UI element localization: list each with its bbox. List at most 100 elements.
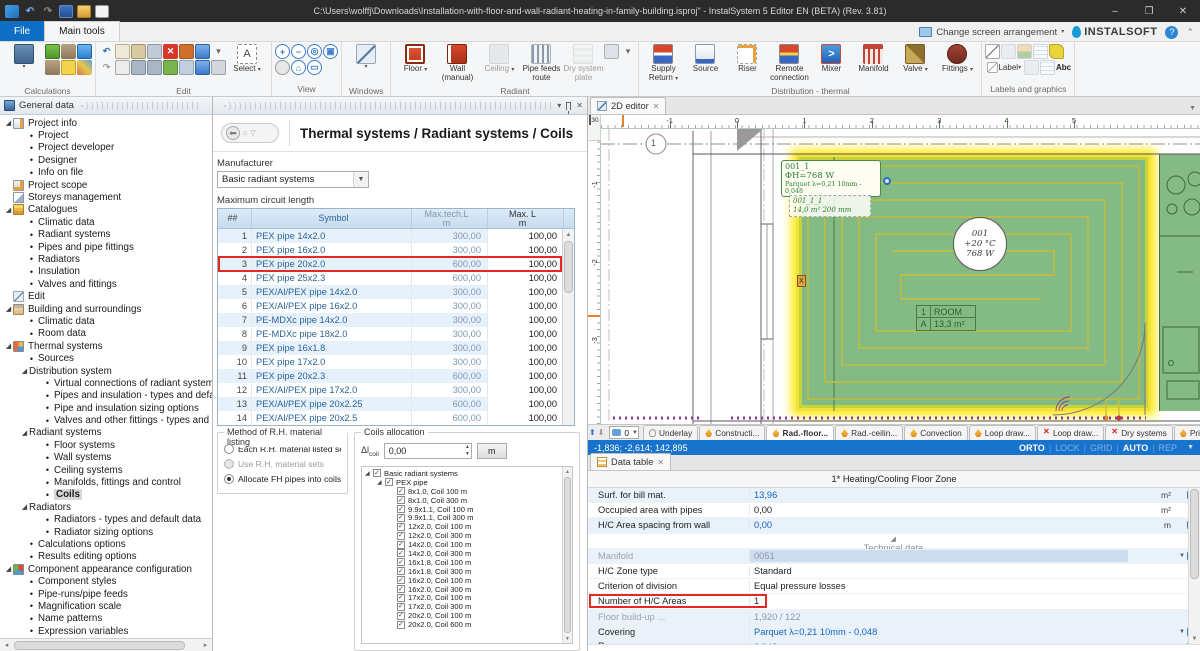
checkbox-checked-icon[interactable] [397, 541, 405, 549]
pin-icon[interactable] [566, 102, 571, 110]
pipe-row-13[interactable]: 13PEX/Al/PEX pipe 20x2.25600,00100,00 [218, 397, 574, 411]
ribbon-btn-board-g[interactable] [45, 44, 60, 59]
alloc-item-pex-pipe[interactable]: ◢PEX pipe [365, 478, 572, 487]
ribbon-btn-more[interactable]: ▾ [211, 44, 226, 59]
open-folder-icon[interactable] [77, 5, 91, 18]
alloc-item-8x1-0-coil-300-m[interactable]: 8x1.0, Coil 300 m [365, 496, 572, 505]
change-screen-arrangement[interactable]: Change screen arrangement ▾ [919, 27, 1064, 38]
checkbox-checked-icon[interactable] [397, 576, 405, 584]
maximize-button[interactable]: ❐ [1132, 0, 1166, 22]
ribbon-btn-del[interactable]: ✕ [163, 44, 178, 59]
ribbon-btn-door[interactable] [195, 44, 210, 59]
property-row-manifold[interactable]: Manifold0051▼ [588, 549, 1200, 564]
tree-item-info-on-file[interactable]: •Info on file [0, 167, 212, 179]
layer-tab-underlay[interactable]: Underlay [643, 425, 698, 440]
close-tab-icon[interactable]: ✕ [653, 102, 660, 111]
tree-item-climatic-data[interactable]: •Climatic data [0, 216, 212, 228]
close-tab-icon[interactable]: ✕ [657, 458, 664, 467]
tree-horizontal-scrollbar[interactable]: ◂ ▸ [0, 638, 212, 651]
dropdown-icon[interactable]: ▼ [1179, 553, 1185, 559]
tree-item-radiators-types-and-default-data[interactable]: •Radiators - types and default data [0, 514, 212, 526]
status-flag-lock[interactable]: LOCK [1051, 443, 1084, 453]
checkbox-checked-icon[interactable] [397, 603, 405, 611]
tree-item-sources[interactable]: •Sources [0, 352, 212, 364]
tree-item-component-styles[interactable]: •Component styles [0, 575, 212, 587]
radio-allocate-fh-pipes-into-coils[interactable]: Allocate FH pipes into coils [224, 471, 341, 486]
tree-item-component-appearance-configuration[interactable]: ◢Component appearance configuration [0, 563, 212, 575]
ribbon-btn-ltable[interactable] [1040, 60, 1055, 75]
ribbon-btn-pipe-feeds-route[interactable]: Pipe feeds route [520, 43, 562, 86]
pipe-row-7[interactable]: 7PE-MDXc pipe 14x2.0300,00100,00 [218, 313, 574, 327]
expander-icon[interactable]: ◢ [4, 342, 13, 350]
checkbox-checked-icon[interactable] [397, 496, 405, 504]
tree-item-radiant-systems[interactable]: ◢Radiant systems [0, 427, 212, 439]
checkbox-checked-icon[interactable] [373, 469, 381, 477]
panel-menu-icon[interactable]: ▾ [557, 101, 561, 110]
alloc-item-basic-radiant-systems[interactable]: ◢Basic radiant systems [365, 469, 572, 478]
tree-item-ceiling-systems[interactable]: •Ceiling systems [0, 464, 212, 476]
status-flag-rep[interactable]: REP [1155, 443, 1182, 453]
tree-item-pipes-and-pipe-fittings[interactable]: •Pipes and pipe fittings [0, 241, 212, 253]
pipe-row-4[interactable]: 4PEX pipe 25x2.3600,00100,00 [218, 271, 574, 285]
ribbon-btn-label[interactable]: Label▾ [985, 62, 1023, 73]
ribbon-btn-plate[interactable] [604, 44, 619, 59]
ribbon-btn-labc[interactable]: Abc [1056, 60, 1071, 75]
tree-item-catalogues[interactable]: ◢Catalogues [0, 204, 212, 216]
ribbon-btn-undo[interactable]: ↶ [99, 44, 114, 59]
ribbon-btn-zoom[interactable]: ▣ [323, 44, 338, 59]
room-stamp[interactable]: 001 +20 °C 768 W [953, 217, 1007, 271]
ribbon-btn-limg[interactable] [1001, 44, 1016, 59]
ribbon-btn-manifold[interactable]: Manifold [852, 43, 894, 86]
tree-item-designer[interactable]: •Designer [0, 154, 212, 166]
ribbon-btn-eq[interactable] [61, 60, 76, 75]
help-icon[interactable]: ? [1165, 26, 1178, 39]
ribbon-btn-mixer[interactable]: >Mixer [810, 43, 852, 86]
tree-item-pipe-runs-pipe-feeds[interactable]: •Pipe-runs/pipe feeds [0, 588, 212, 600]
checkbox-checked-icon[interactable] [397, 567, 405, 575]
alloc-item-9-9x1-1-coil-300-m[interactable]: 9.9x1.1, Coil 300 m [365, 513, 572, 522]
expander-icon[interactable]: ◢ [20, 367, 29, 375]
ribbon-btn-select[interactable]: ASelect ▾ [226, 43, 268, 86]
save-icon[interactable] [59, 5, 73, 18]
collapse-ribbon-icon[interactable]: ⌃ [1186, 27, 1194, 38]
ribbon-btn-paste[interactable] [131, 44, 146, 59]
tree-item-pipes-and-insulation-types-and-default-data[interactable]: •Pipes and insulation - types and defaul… [0, 390, 212, 402]
ribbon-btn-frame[interactable] [115, 60, 130, 75]
manifold-marker[interactable]: X [797, 275, 806, 287]
manufacturer-select[interactable]: Basic radiant systems ▼ [217, 171, 369, 188]
ribbon-btn-zoom[interactable]: ⌂ [291, 60, 306, 75]
close-button[interactable]: ✕ [1166, 0, 1200, 22]
ribbon-btn-valve[interactable]: Valve ▾ [894, 43, 936, 86]
ribbon-btn-redo[interactable]: ↷ [99, 60, 114, 75]
alloc-item-14x2-0-coil-100-m[interactable]: 14x2.0, Coil 100 m [365, 540, 572, 549]
ribbon-btn-pan[interactable] [275, 60, 290, 75]
pipe-row-11[interactable]: 11PEX pipe 20x2.3600,00100,00 [218, 369, 574, 383]
pipe-row-2[interactable]: 2PEX pipe 16x2.0300,00100,00 [218, 243, 574, 257]
tree-item-radiators[interactable]: •Radiators [0, 253, 212, 265]
ribbon-btn-ruler[interactable] [211, 60, 226, 75]
checkbox-checked-icon[interactable] [397, 549, 405, 557]
ribbon-btn-i-draft[interactable]: ▾ [345, 43, 387, 86]
storey-up-icon[interactable]: ⬆ [588, 426, 597, 439]
area-label[interactable]: 001_1_1 14,0 m² 200 mm [789, 195, 871, 217]
pipe-row-8[interactable]: 8PE-MDXc pipe 18x2.0300,00100,00 [218, 327, 574, 341]
pipe-row-10[interactable]: 10PEX pipe 17x2.0300,00100,00 [218, 355, 574, 369]
spinner-arrows[interactable]: ▲▼ [465, 444, 470, 458]
checkbox-checked-icon[interactable] [397, 585, 405, 593]
tree-item-virtual-connections-of-radiant-systems[interactable]: •Virtual connections of radiant systems [0, 377, 212, 389]
checkbox-checked-icon[interactable] [397, 505, 405, 513]
alloc-item-12x2-0-coil-300-m[interactable]: 12x2.0, Coil 300 m [365, 531, 572, 540]
tree-item-manifolds-fittings-and-control[interactable]: •Manifolds, fittings and control [0, 476, 212, 488]
tree-item-edit[interactable]: Edit [0, 290, 212, 302]
ribbon-btn-zoom[interactable]: + [275, 44, 290, 59]
pipe-row-1[interactable]: 1PEX pipe 14x2.0300,00100,00 [218, 229, 574, 243]
layer-tab-loop-draw-[interactable]: Loop draw... [969, 425, 1036, 440]
pipe-row-5[interactable]: 5PEX/Al/PEX pipe 14x2.0300,00100,00 [218, 285, 574, 299]
alloc-item-20x2-0-coil-100-m[interactable]: 20x2.0, Coil 100 m [365, 611, 572, 620]
ribbon-btn-cut[interactable] [147, 44, 162, 59]
tree-item-project-scope[interactable]: Project scope [0, 179, 212, 191]
alloc-item-20x2-0-coil-600-m[interactable]: 20x2.0, Coil 600 m [365, 620, 572, 629]
property-row-number-of-h-c-areas[interactable]: Number of H/C Areas1 [588, 594, 1200, 609]
storey-select[interactable]: 0 ▼ [609, 426, 639, 439]
tree-item-building-and-surroundings[interactable]: ◢Building and surroundings [0, 303, 212, 315]
